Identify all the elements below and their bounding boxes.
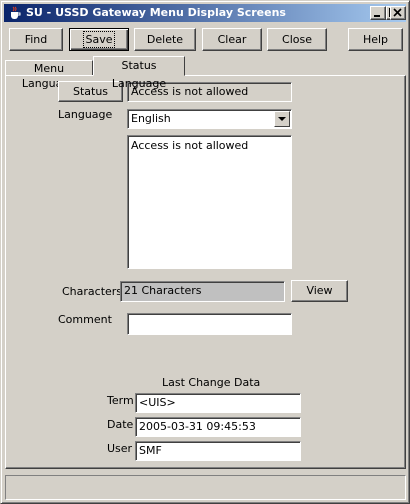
language-label: Language — [58, 108, 113, 121]
title-bar[interactable]: SU - USSD Gateway Menu Display Screens — [4, 4, 406, 22]
tab-status-language[interactable]: Status Language — [93, 56, 185, 90]
java-cup-icon — [8, 6, 22, 20]
language-selected-value: English — [131, 112, 171, 125]
window-title: SU - USSD Gateway Menu Display Screens — [26, 6, 286, 19]
view-button[interactable]: View — [291, 280, 348, 302]
minimize-icon — [374, 15, 380, 17]
term-label: Term — [107, 394, 134, 407]
close-button[interactable]: Close — [267, 28, 327, 51]
minimize-button[interactable] — [370, 6, 386, 20]
date-field: 2005-03-31 09:45:53 — [135, 417, 301, 437]
close-icon — [393, 8, 402, 17]
tab-menu-language[interactable]: Menu Language — [5, 60, 93, 90]
clear-button[interactable]: Clear — [202, 28, 262, 51]
date-label: Date — [107, 418, 134, 431]
app-window: SU - USSD Gateway Menu Display Screens F… — [0, 0, 410, 504]
chevron-down-icon — [278, 117, 286, 121]
term-field: <UIS> — [135, 393, 301, 413]
comment-input[interactable] — [127, 313, 292, 335]
characters-label: Characters — [62, 285, 123, 298]
close-window-button[interactable] — [390, 6, 406, 20]
message-textarea[interactable]: Access is not allowed — [127, 135, 292, 269]
save-button[interactable]: Save — [69, 28, 129, 51]
last-change-heading: Last Change Data — [162, 376, 261, 389]
status-bar — [5, 475, 406, 500]
find-button[interactable]: Find — [9, 28, 63, 51]
characters-count-field: 21 Characters — [120, 281, 285, 302]
user-label: User — [107, 442, 133, 455]
comment-label: Comment — [58, 313, 112, 326]
user-field: SMF — [135, 441, 301, 461]
delete-button[interactable]: Delete — [134, 28, 196, 51]
language-select[interactable]: English — [127, 109, 292, 129]
help-button[interactable]: Help — [348, 28, 403, 51]
dropdown-button[interactable] — [274, 111, 290, 127]
